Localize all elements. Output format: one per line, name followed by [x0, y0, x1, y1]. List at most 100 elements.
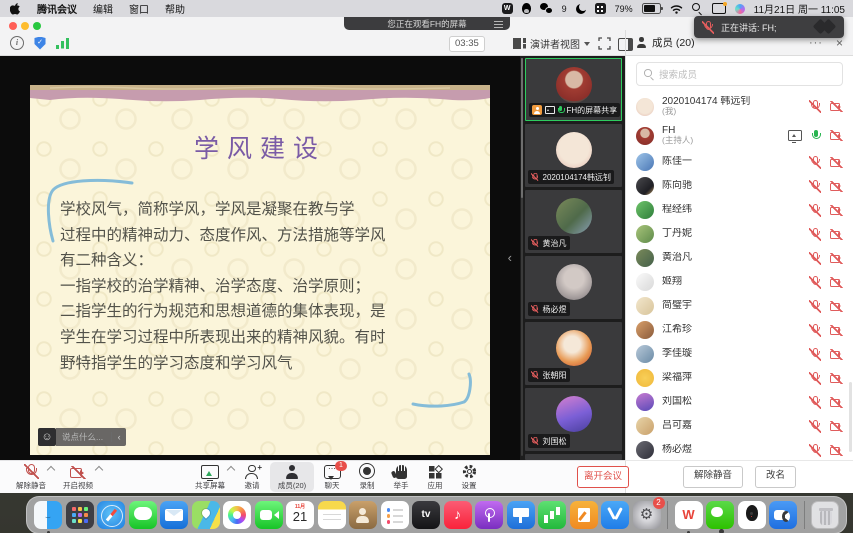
input-method-icon[interactable] [595, 3, 606, 14]
menu-window[interactable]: 窗口 [129, 1, 149, 16]
dock-numbers-icon[interactable] [538, 501, 566, 529]
members-button[interactable]: 成员(20) [270, 462, 314, 492]
slide-line: 有二种含义： [60, 248, 470, 274]
member-row[interactable]: 李佳璇 [626, 342, 853, 366]
strip-scrollbar-thumb[interactable] [521, 58, 523, 198]
dock-appstore-icon[interactable] [601, 501, 629, 529]
menu-edit[interactable]: 编辑 [93, 1, 113, 16]
video-tile[interactable]: 杨必煜 [525, 256, 622, 319]
zoom-window-button[interactable] [33, 22, 41, 30]
chat-button[interactable]: 聊天 1 [314, 462, 350, 492]
collapse-chat-icon[interactable]: ‹ [112, 432, 126, 442]
apple-icon[interactable] [10, 2, 21, 15]
member-row[interactable]: 丁丹妮 [626, 222, 853, 246]
screen-mirroring-icon[interactable] [712, 3, 726, 14]
member-row[interactable]: 梁福萍 [626, 366, 853, 390]
meeting-timer: 03:35 [449, 36, 485, 52]
unmute-button[interactable]: 解除静音 [683, 466, 743, 488]
wifi-icon[interactable] [670, 4, 683, 14]
meeting-security-icon[interactable] [34, 37, 46, 50]
member-row[interactable]: 陈佳一 [626, 150, 853, 174]
settings-button[interactable]: 设置 [452, 462, 486, 492]
more-options-icon[interactable]: ··· [809, 37, 823, 49]
dock-wps-icon[interactable]: W [675, 501, 703, 529]
meeting-info-icon[interactable] [10, 36, 24, 50]
camera-off-icon [70, 466, 87, 479]
menu-app-name[interactable]: 腾讯会议 [37, 1, 77, 16]
view-mode-dropdown[interactable]: 演讲者视图 [513, 35, 590, 51]
collapse-strip-icon[interactable]: ‹ [508, 250, 512, 265]
fullscreen-icon[interactable] [598, 37, 611, 50]
chevron-up-icon[interactable] [95, 466, 103, 474]
banner-menu-icon[interactable] [494, 21, 503, 28]
video-tile-screen-share[interactable]: FH的屏幕共享 [525, 58, 622, 121]
qq-status-icon[interactable] [522, 3, 531, 14]
siri-icon[interactable] [735, 4, 745, 14]
dock-maps-icon[interactable] [192, 501, 220, 529]
dock-music-icon[interactable]: ♪ [444, 501, 472, 529]
dock-reminders-icon[interactable] [381, 501, 409, 529]
rename-button[interactable]: 改名 [755, 466, 796, 488]
dock-calendar-icon[interactable]: 11月 21 [286, 501, 314, 529]
dock-facetime-icon[interactable] [255, 501, 283, 529]
record-button[interactable]: 录制 [350, 462, 384, 492]
dock-keynote-icon[interactable] [507, 501, 535, 529]
dock-photos-icon[interactable] [223, 501, 251, 529]
raise-hand-button[interactable]: 举手 [384, 462, 418, 492]
member-row[interactable]: 程经纬 [626, 198, 853, 222]
dock-launchpad-icon[interactable] [66, 501, 94, 529]
active-speaker-badge-icon [532, 105, 542, 115]
dock-qq-icon[interactable] [738, 501, 766, 529]
camera-off-icon [830, 157, 843, 168]
member-row[interactable]: 姬翔 [626, 270, 853, 294]
dock-tv-icon[interactable]: tv [412, 501, 440, 529]
dock-trash-icon[interactable] [811, 501, 839, 529]
member-row[interactable]: 陈向驰 [626, 174, 853, 198]
dock-contacts-icon[interactable] [349, 501, 377, 529]
menu-datetime[interactable]: 11月21日 周一 11:05 [754, 1, 845, 16]
dock-tencent-meeting-icon[interactable] [769, 501, 797, 529]
chat-input-placeholder[interactable]: 说点什么... [56, 431, 111, 443]
wps-status-icon[interactable]: W [502, 3, 513, 14]
dock-podcasts-icon[interactable] [475, 501, 503, 529]
wechat-status-icon[interactable] [540, 3, 553, 14]
member-row[interactable]: 黄治凡 [626, 246, 853, 270]
dock-mail-icon[interactable] [160, 501, 188, 529]
member-row[interactable]: 吕可嘉 [626, 414, 853, 438]
unmute-button[interactable]: 解除静音 [8, 462, 54, 492]
battery-icon[interactable] [642, 3, 661, 14]
dock-finder-icon[interactable]: ⌣ [34, 501, 62, 529]
video-tile[interactable]: 刘国松 [525, 388, 622, 451]
member-row[interactable]: 杨必煜 [626, 438, 853, 460]
dock-pages-icon[interactable] [570, 501, 598, 529]
menu-help[interactable]: 帮助 [165, 1, 185, 16]
avatar [556, 198, 592, 234]
member-row[interactable]: 2020104174 韩远钊 (我) [626, 92, 853, 121]
do-not-disturb-icon[interactable] [576, 4, 586, 14]
invite-button[interactable]: + 邀请 [234, 462, 270, 492]
start-video-button[interactable]: 开启视频 [54, 462, 102, 492]
video-tile[interactable]: 张朝阳 [525, 322, 622, 385]
emoji-icon[interactable]: ☺ [38, 428, 56, 446]
avatar [636, 249, 654, 267]
member-row[interactable]: 刘国松 [626, 390, 853, 414]
member-row[interactable]: 简璧宇 [626, 294, 853, 318]
search-input[interactable]: 搜索成员 [636, 62, 843, 86]
dock-safari-icon[interactable] [97, 501, 125, 529]
member-row[interactable]: FH (主持人) [626, 121, 853, 150]
spotlight-search-icon[interactable] [692, 3, 703, 14]
minimize-window-button[interactable] [21, 22, 29, 30]
video-tile[interactable]: 2020104174韩远钊 [525, 124, 622, 187]
dock-wechat-icon[interactable] [706, 501, 734, 529]
video-tile[interactable]: 黄治凡 [525, 190, 622, 253]
dock-messages-icon[interactable] [129, 501, 157, 529]
close-window-button[interactable] [9, 22, 17, 30]
dock-notes-icon[interactable] [318, 501, 346, 529]
members-scrollbar-thumb[interactable] [849, 382, 852, 452]
share-screen-button[interactable]: 共享屏幕 [186, 462, 234, 492]
member-row[interactable]: 江希珍 [626, 318, 853, 342]
apps-button[interactable]: 应用 [418, 462, 452, 492]
watching-banner[interactable]: 您正在观看FH的屏幕 [344, 17, 510, 30]
leave-meeting-button[interactable]: 离开会议 [577, 466, 629, 488]
dock-settings-icon[interactable]: ⚙2 [633, 501, 661, 529]
